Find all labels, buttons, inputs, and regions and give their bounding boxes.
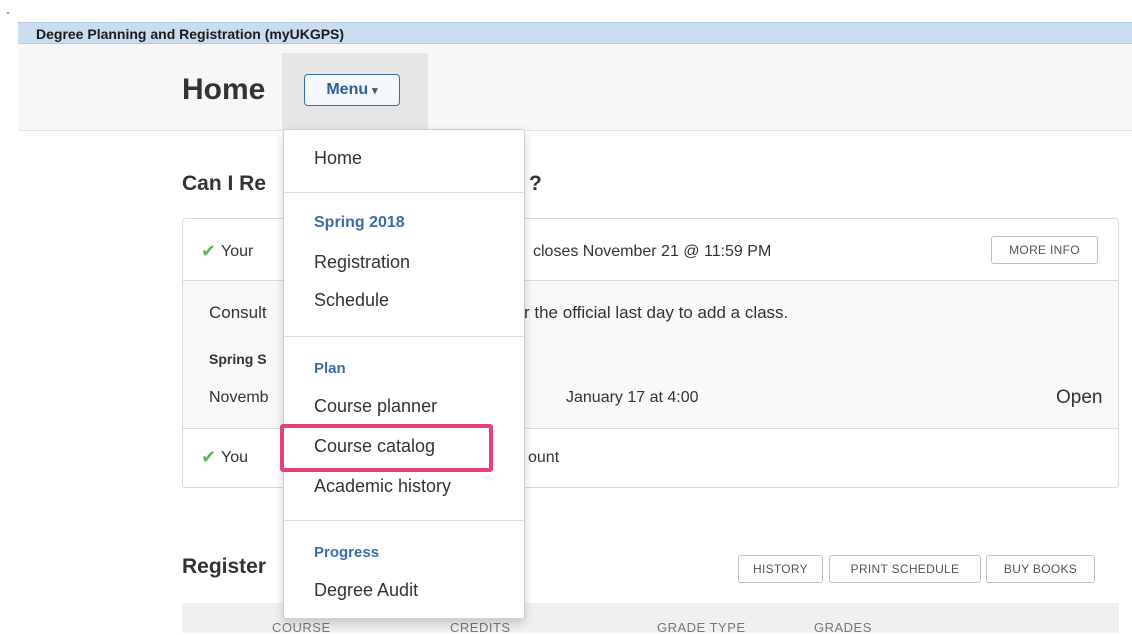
- date-text-middle: January 17 at 4:00: [566, 389, 699, 406]
- menu-heading-plan: Plan: [314, 360, 346, 377]
- date-text-left: Novemb: [209, 389, 269, 406]
- account-text-right: ount: [528, 449, 560, 466]
- corner-dot: [7, 12, 9, 14]
- more-info-button[interactable]: MORE INFO: [991, 236, 1098, 264]
- page-title: Home: [182, 73, 266, 106]
- app-title: Degree Planning and Registration (myUKGP…: [36, 26, 345, 42]
- menu-button[interactable]: Menu ▾: [304, 74, 400, 106]
- history-button[interactable]: HISTORY: [738, 555, 823, 583]
- menu-heading-term: Spring 2018: [314, 214, 405, 231]
- menu-divider: [284, 520, 524, 521]
- status-text-right: closes November 21 @ 11:59 PM: [533, 243, 772, 260]
- consult-text-left: Consult: [209, 303, 267, 322]
- menu-divider: [284, 192, 524, 193]
- print-schedule-button[interactable]: PRINT SCHEDULE: [829, 555, 981, 583]
- menu-item-home[interactable]: Home: [314, 148, 362, 169]
- menu-item-degree-audit[interactable]: Degree Audit: [314, 580, 418, 601]
- menu-dropdown: Home Spring 2018 Registration Schedule P…: [283, 129, 525, 619]
- menu-item-registration[interactable]: Registration: [314, 252, 410, 273]
- menu-item-schedule[interactable]: Schedule: [314, 290, 389, 311]
- menu-item-course-planner[interactable]: Course planner: [314, 396, 437, 417]
- consult-text-right: r the official last day to add a class.: [524, 303, 789, 322]
- term-label: Spring S: [209, 351, 267, 367]
- menu-item-academic-history[interactable]: Academic history: [314, 476, 451, 497]
- status-text-left: Your: [221, 243, 254, 260]
- app-title-bar: Degree Planning and Registration (myUKGP…: [18, 22, 1132, 44]
- account-text-left: You: [221, 449, 248, 466]
- registration-section-title: Can I Re: [182, 172, 266, 196]
- registered-section-title: Register: [182, 555, 267, 578]
- menu-button-label: Menu: [326, 81, 369, 98]
- registration-title-right: ?: [529, 172, 542, 195]
- check-icon: ✔: [201, 447, 217, 467]
- chevron-down-icon: ▾: [372, 84, 378, 97]
- check-icon: ✔: [201, 241, 217, 261]
- open-status: Open: [1056, 387, 1103, 408]
- menu-heading-progress: Progress: [314, 544, 380, 561]
- buy-books-button[interactable]: BUY BOOKS: [986, 555, 1095, 583]
- course-catalog-highlight: [280, 424, 493, 472]
- registration-title-left: Can I Re: [182, 172, 267, 195]
- menu-divider: [284, 336, 524, 337]
